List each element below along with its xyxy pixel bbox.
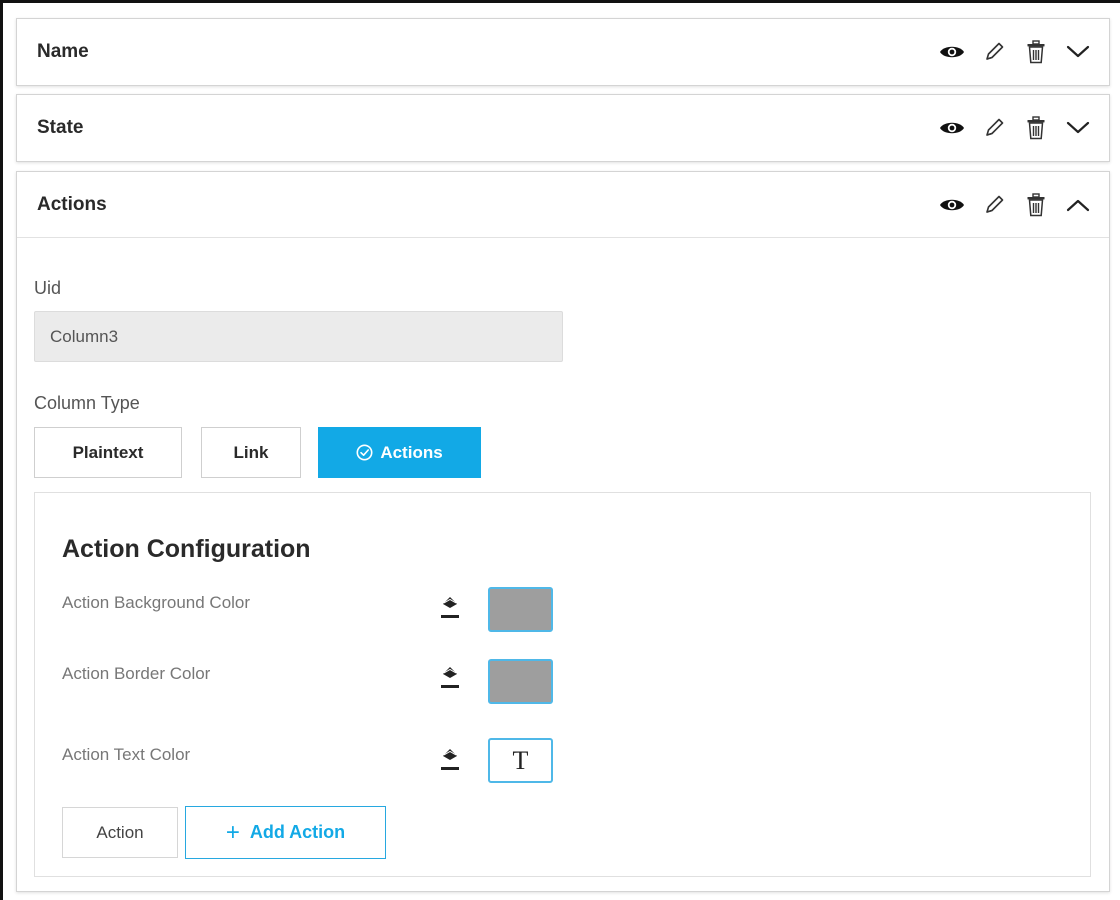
panel-state: State bbox=[16, 94, 1110, 162]
paint-bucket-icon[interactable] bbox=[440, 665, 460, 689]
panel-header-state[interactable]: State bbox=[17, 95, 1109, 161]
panel-header-name[interactable]: Name bbox=[17, 19, 1109, 85]
plus-icon: + bbox=[225, 818, 240, 846]
header-icons bbox=[939, 115, 1091, 141]
eye-icon[interactable] bbox=[939, 192, 965, 218]
chevron-down-icon[interactable] bbox=[1065, 39, 1091, 65]
uid-label: Uid bbox=[34, 278, 62, 298]
pencil-icon[interactable] bbox=[981, 39, 1007, 65]
action-background-color-label: Action Background Color bbox=[62, 593, 251, 612]
button-label: Actions bbox=[380, 442, 443, 462]
header-icons bbox=[939, 39, 1091, 65]
text-color-glyph: T bbox=[512, 745, 529, 775]
action-configuration-box: Action Configuration Action Background C… bbox=[34, 492, 1091, 877]
panel-title: Actions bbox=[37, 193, 107, 215]
column-type-label: Column Type bbox=[34, 393, 140, 413]
action-background-color-swatch[interactable] bbox=[488, 587, 553, 632]
pencil-icon[interactable] bbox=[981, 192, 1007, 218]
column-type-link-button[interactable]: Link bbox=[201, 427, 301, 478]
eye-icon[interactable] bbox=[939, 115, 965, 141]
panel-actions: Actions Uid Column Type Plaintext Link A… bbox=[16, 171, 1110, 892]
panel-name: Name bbox=[16, 18, 1110, 86]
pencil-icon[interactable] bbox=[981, 115, 1007, 141]
button-label: Add Action bbox=[249, 822, 346, 842]
chevron-up-icon[interactable] bbox=[1065, 192, 1091, 218]
trash-icon[interactable] bbox=[1023, 115, 1049, 141]
header-icons bbox=[939, 192, 1091, 218]
panel-header-actions[interactable]: Actions bbox=[17, 172, 1109, 238]
action-border-color-label: Action Border Color bbox=[62, 664, 211, 683]
add-action-button[interactable]: + Add Action bbox=[185, 806, 386, 859]
chevron-down-icon[interactable] bbox=[1065, 115, 1091, 141]
button-label: Link bbox=[233, 442, 269, 462]
button-label: Action bbox=[96, 822, 144, 842]
column-type-actions-button[interactable]: Actions bbox=[318, 427, 481, 478]
column-type-plaintext-button[interactable]: Plaintext bbox=[34, 427, 182, 478]
action-text-color-label: Action Text Color bbox=[62, 745, 191, 764]
uid-input[interactable] bbox=[34, 311, 563, 362]
trash-icon[interactable] bbox=[1023, 192, 1049, 218]
eye-icon[interactable] bbox=[939, 39, 965, 65]
action-text-color-swatch[interactable]: T bbox=[488, 738, 553, 783]
paint-bucket-icon[interactable] bbox=[440, 595, 460, 619]
check-circle-icon bbox=[356, 444, 373, 461]
panel-title: Name bbox=[37, 41, 89, 62]
action-border-color-swatch[interactable] bbox=[488, 659, 553, 704]
panel-title: State bbox=[37, 117, 84, 138]
action-button[interactable]: Action bbox=[62, 807, 178, 858]
button-label: Plaintext bbox=[72, 442, 144, 462]
trash-icon[interactable] bbox=[1023, 39, 1049, 65]
paint-bucket-icon[interactable] bbox=[440, 747, 460, 771]
action-configuration-title: Action Configuration bbox=[62, 535, 311, 563]
